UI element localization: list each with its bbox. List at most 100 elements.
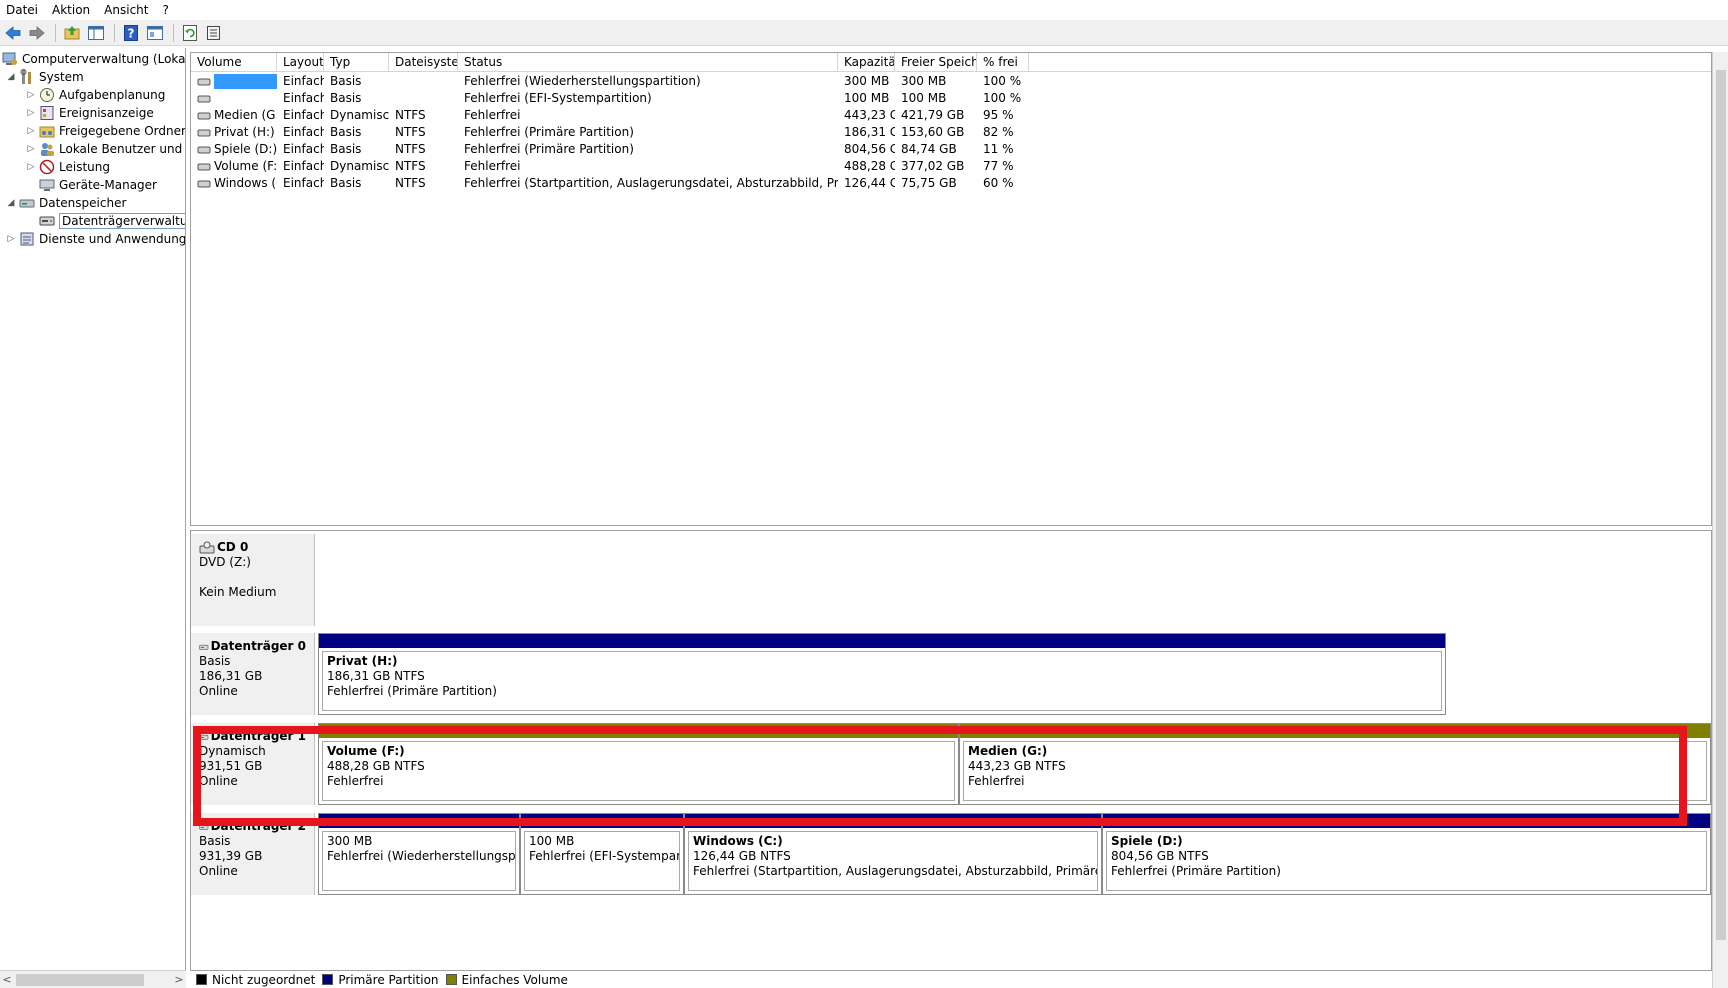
cell-text: Basis [330,91,362,105]
tree-item-datenspeicher[interactable]: ◢ Datenspeicher [6,194,127,212]
cell-text: 100 % [983,74,1022,88]
column-header-freier-speicher[interactable]: Freier Speicher [895,53,977,72]
shared-folder-icon [39,126,55,138]
table-row[interactable]: Medien (G:) Einfach Dynamisch NTFS Fehlerfre… [191,107,1711,124]
table-header: Volume Layout Typ Dateisystem Status Kap… [191,53,1711,72]
scroll-right-icon[interactable]: > [172,972,186,988]
table-cell-typ: Basis [324,124,389,141]
expand-icon[interactable]: ▷ [6,234,16,244]
tree-item-ereignisanzeige[interactable]: ▷ Ereignisanzeige [26,104,154,122]
tree-label: Freigegebene Ordner [59,124,186,138]
expand-icon[interactable]: ▷ [26,126,36,136]
up-button[interactable] [61,22,83,44]
table-cell-fs: NTFS [389,124,458,141]
disk-info-cd0[interactable]: CD 0 DVD (Z:) Kein Medium [191,534,315,626]
table-cell-free: 421,79 GB [895,107,977,124]
help-button[interactable]: ? [120,22,142,44]
up-folder-icon [64,25,80,39]
tree-item-computerverwaltung[interactable]: Computerverwaltung (Lokal) [2,50,185,68]
table-cell-pct: 60 % [977,175,1029,192]
event-viewer-icon [40,106,54,120]
table-cell-pct: 100 % [977,73,1029,90]
hard-disk-icon [199,644,209,650]
tree-item-datentraegerverwaltung[interactable]: Datenträgerverwaltung [39,212,185,230]
partition-privat-h[interactable]: Privat (H:) 186,31 GB NTFS Fehlerfrei (P… [318,633,1446,715]
table-cell-typ: Basis [324,73,389,90]
cell-text: Einfach [283,159,324,173]
disk-info-0[interactable]: Datenträger 0 Basis 186,31 GB Online [191,633,315,715]
volume-icon [197,129,211,136]
table-row[interactable]: Einfach Basis Fehlerfrei (Wiederherstellun… [191,73,1711,90]
column-header-layout[interactable]: Layout [277,53,324,72]
refresh-button[interactable] [179,22,201,44]
menu-datei[interactable]: Datei [6,3,48,17]
column-header-status[interactable]: Status [458,53,838,72]
tree-item-aufgabenplanung[interactable]: ▷ Aufgabenplanung [26,86,165,104]
vertical-scrollbar[interactable] [1712,52,1728,988]
tree-item-system[interactable]: ◢ System [6,68,84,86]
forward-button[interactable] [26,22,48,44]
expand-icon[interactable]: ▷ [26,162,36,172]
forward-icon [29,25,45,40]
cell-text: 377,02 GB [901,159,965,173]
tree-horizontal-scrollbar[interactable]: < > [0,970,186,988]
table-cell-volume: Windows (C:) [191,175,277,192]
cell-text: Fehlerfrei (Wiederherstellungspartition) [464,74,701,88]
column-header-kapazitaet[interactable]: Kapazität [838,53,895,72]
disk-type: DVD (Z:) [199,555,251,569]
system-tools-icon [20,69,31,84]
clock-icon [40,88,54,102]
column-header-prozent-frei[interactable]: % frei [977,53,1029,72]
column-header-volume[interactable]: Volume [191,53,277,72]
show-hide-tree-button[interactable] [85,22,107,44]
collapse-icon[interactable]: ◢ [6,72,16,82]
menu-ansicht[interactable]: Ansicht [104,3,158,17]
expand-icon[interactable]: ▷ [26,108,36,118]
table-cell-cap: 300 MB [838,73,895,90]
table-cell-layout: Einfach [277,73,324,90]
export-button[interactable] [203,22,225,44]
table-row[interactable]: Volume (F:) Einfach Dynamisch NTFS Fehlerfre… [191,158,1711,175]
table-row[interactable]: Windows (C:) Einfach Basis NTFS Fehlerfrei (… [191,175,1711,192]
table-row[interactable]: Einfach Basis Fehlerfrei (EFI-Systempartit… [191,90,1711,107]
tree-item-dienste[interactable]: ▷ Dienste und Anwendungen [6,230,185,248]
menu-aktion[interactable]: Aktion [52,3,100,17]
tree-item-leistung[interactable]: ▷ Leistung [26,158,110,176]
expand-icon[interactable]: ▷ [26,144,36,154]
tree-item-lokale-benutzer[interactable]: ▷ Lokale Benutzer und Gruppen [26,140,185,158]
table-cell-free: 377,02 GB [895,158,977,175]
table-cell-volume: Privat (H:) [191,124,277,141]
cell-text: Dynamisch [330,108,389,122]
cd-drive-icon [199,541,215,553]
table-row[interactable]: Privat (H:) Einfach Basis NTFS Fehlerfrei (P… [191,124,1711,141]
menu-help[interactable]: ? [162,3,178,17]
table-cell-layout: Einfach [277,90,324,107]
cell-text: NTFS [395,108,426,122]
users-icon [41,143,54,156]
performance-icon [39,159,55,175]
properties-button[interactable] [144,22,166,44]
menu-bar: Datei Aktion Ansicht ? [0,0,1728,20]
scrollbar-thumb[interactable] [1716,70,1726,940]
table-row[interactable]: Spiele (D:) Einfach Basis NTFS Fehlerfrei (P… [191,141,1711,158]
scroll-left-icon[interactable]: < [0,972,14,988]
cell-text: Basis [330,125,362,139]
column-header-dateisystem[interactable]: Dateisystem [389,53,458,72]
tree-item-freigegebene-ordner[interactable]: ▷ Freigegebene Ordner [26,122,186,140]
properties-icon [147,25,163,40]
expand-icon[interactable]: ▷ [26,90,36,100]
partition-details: Spiele (D:) 804,56 GB NTFS Fehlerfrei (P… [1106,831,1707,891]
table-cell-cap: 443,23 GB [838,107,895,124]
table-cell-fs: NTFS [389,158,458,175]
cell-text: Einfach [283,74,324,88]
scrollbar-thumb[interactable] [16,974,144,986]
tree-label: Lokale Benutzer und Gruppen [59,142,185,156]
tree-item-geraete-manager[interactable]: Geräte-Manager [39,176,157,194]
disk-size: 186,31 GB [199,669,263,683]
cell-text: Fehlerfrei (Startpartition, Auslagerungs… [464,176,838,190]
cell-text: NTFS [395,159,426,173]
column-header-typ[interactable]: Typ [324,53,389,72]
back-button[interactable] [2,22,24,44]
table-cell-volume [191,73,277,90]
collapse-icon[interactable]: ◢ [6,198,16,208]
